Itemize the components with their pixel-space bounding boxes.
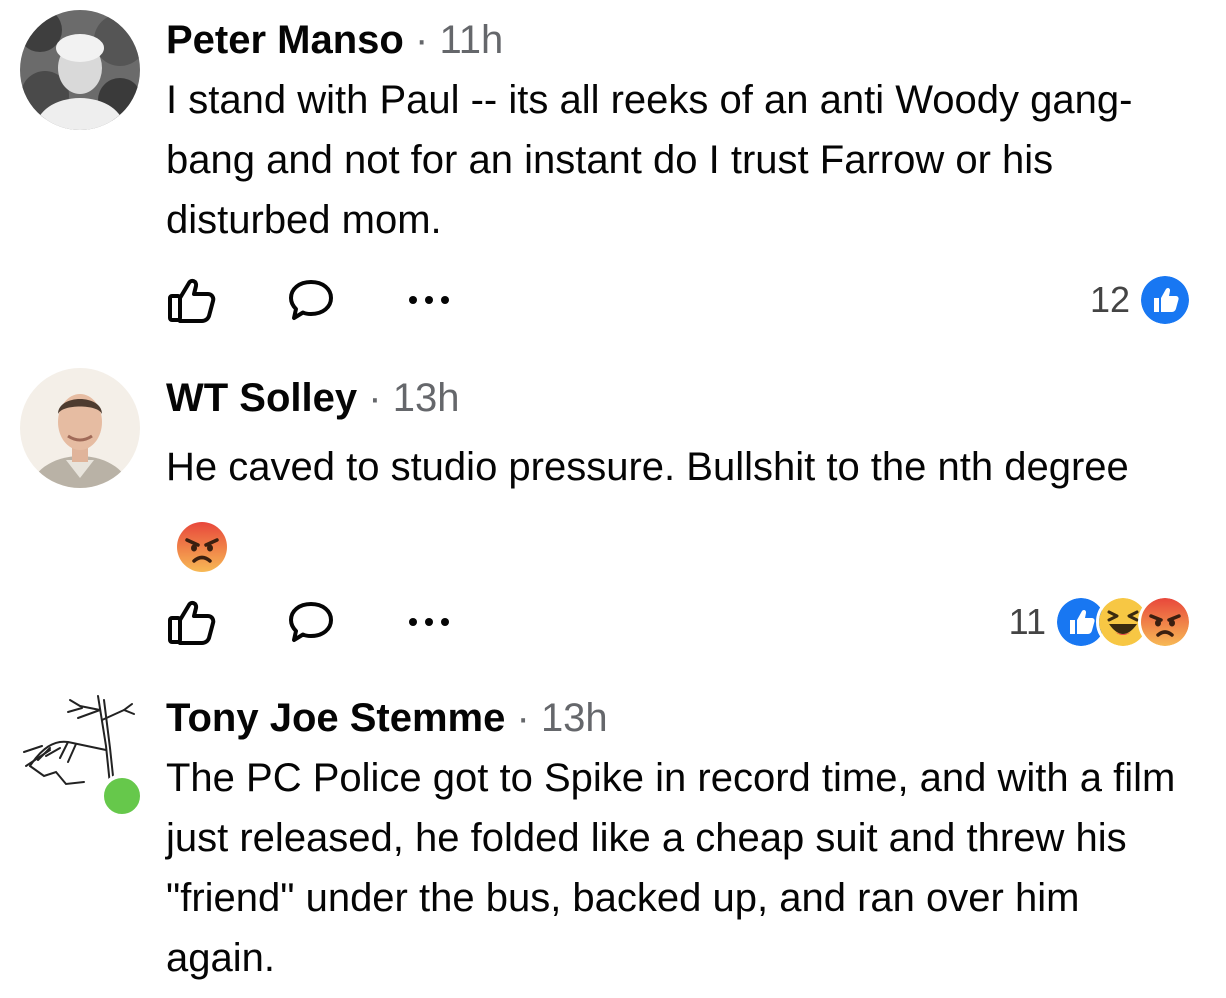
reply-button[interactable] (286, 272, 336, 328)
separator-dot: · (368, 376, 382, 420)
comment-text: He caved to studio pressure. Bullshit to… (166, 428, 1156, 584)
thumbs-up-icon (168, 600, 216, 645)
like-button[interactable] (166, 594, 218, 650)
timestamp[interactable]: 11h (439, 18, 503, 62)
comment-actions: 11 (166, 594, 1192, 650)
reply-button[interactable] (286, 594, 336, 650)
author-name[interactable]: Peter Manso (166, 18, 404, 62)
avatar[interactable] (20, 10, 140, 130)
reaction-summary[interactable]: 12 (1090, 272, 1192, 328)
reaction-summary[interactable]: 11 (1009, 594, 1192, 650)
author-name[interactable]: WT Solley (166, 376, 357, 420)
comment-header: Peter Manso · 11h (166, 16, 1196, 64)
more-options-button[interactable] (404, 272, 454, 328)
more-options-button[interactable] (404, 594, 454, 650)
timestamp[interactable]: 13h (393, 376, 460, 420)
angry-reaction-icon (1138, 595, 1192, 649)
online-status-indicator (100, 774, 144, 818)
separator-dot: · (414, 18, 429, 62)
comment-header: WT Solley · 13h (166, 374, 1196, 422)
like-button[interactable] (166, 272, 218, 328)
comment-bubble-icon (289, 280, 333, 320)
comment-header: Tony Joe Stemme · 13h (166, 694, 1196, 742)
comment-text: The PC Police got to Spike in record tim… (166, 756, 1176, 980)
comment-actions: 12 (166, 272, 1192, 328)
thumbs-up-icon (168, 278, 216, 323)
reaction-count: 11 (1008, 601, 1046, 642)
separator-dot: · (516, 696, 530, 740)
like-reaction-icon (1138, 273, 1192, 327)
avatar[interactable] (20, 368, 140, 488)
reaction-count: 12 (1089, 279, 1130, 320)
comment-text-content: He caved to studio pressure. Bullshit to… (166, 445, 1129, 489)
timestamp[interactable]: 13h (541, 696, 608, 740)
author-name[interactable]: Tony Joe Stemme (166, 696, 505, 740)
angry-face-emoji-icon (177, 522, 227, 573)
more-dots-icon (409, 296, 449, 304)
comment-text: I stand with Paul -- its all reeks of an… (166, 78, 1133, 242)
more-dots-icon (409, 618, 449, 626)
comment-bubble-icon (289, 602, 333, 642)
